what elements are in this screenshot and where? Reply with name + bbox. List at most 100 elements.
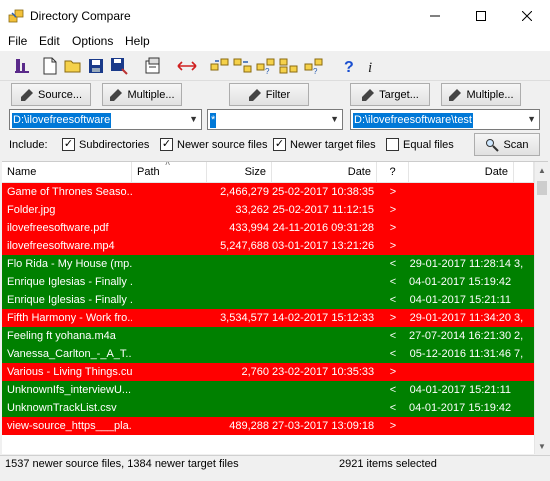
cell-dir: > (389, 222, 397, 234)
target-path-combo[interactable]: D:\ilovefreesoftware\test ▼ (350, 109, 540, 130)
source-path-value: D:\ilovefreesoftware (12, 113, 112, 128)
table-row[interactable]: Vanessa_Carlton_-_A_T... <05-12-2016 11:3… (2, 345, 534, 363)
cell-date: 23-02-2017 10:35:33 (272, 366, 374, 378)
cell-tsize: 3, (514, 258, 524, 270)
column-name[interactable]: Name (2, 162, 132, 183)
table-row[interactable]: view-source_https___pla... 489,288 27-03-2… (2, 417, 534, 435)
cell-dir: > (389, 186, 397, 198)
status-bar: 1537 newer source files, 1384 newer targ… (0, 455, 550, 473)
source-button[interactable]: Source... (11, 83, 91, 106)
cell-dir: > (389, 204, 397, 216)
target-multiple-button[interactable]: Multiple... (441, 83, 521, 106)
table-row[interactable]: UnknownTrackList.csv <04-01-2017 15:19:42 (2, 399, 534, 417)
copy-left-icon[interactable] (233, 56, 253, 76)
menu-options[interactable]: Options (72, 34, 113, 48)
source-multiple-button[interactable]: Multiple... (102, 83, 182, 106)
table-row[interactable]: Various - Living Things.cue 2,760 23-02-20… (2, 363, 534, 381)
cell-tdate: 29-01-2017 11:28:14 (409, 258, 511, 270)
svg-text:?: ? (265, 67, 270, 75)
cell-dir: < (389, 348, 397, 360)
cell-dir: > (389, 420, 397, 432)
column-direction[interactable]: ? (377, 162, 409, 183)
help-icon[interactable]: ? (339, 56, 359, 76)
chevron-down-icon[interactable]: ▼ (189, 114, 198, 124)
copy-both-icon[interactable] (279, 56, 299, 76)
cell-name: Vanessa_Carlton_-_A_T... (7, 348, 132, 360)
table-row[interactable]: Enrique Iglesias - Finally ... <04-01-201… (2, 273, 534, 291)
checkbox-icon: ✓ (62, 138, 75, 151)
info-icon[interactable]: i (362, 56, 382, 76)
cell-tsize: 3, (514, 312, 524, 324)
copy-check-icon[interactable]: ? (304, 56, 324, 76)
new-file-icon[interactable] (40, 56, 60, 76)
table-row[interactable]: Feeling ft yohana.m4a <27-07-2014 16:21:3… (2, 327, 534, 345)
table-row[interactable]: Game of Thrones Seaso... 2,466,279 25-02-2… (2, 183, 534, 201)
cell-tsize (514, 399, 534, 417)
scroll-down-icon[interactable]: ▼ (535, 438, 548, 454)
cell-name: Enrique Iglesias - Finally ... (7, 294, 132, 306)
cell-name: Game of Thrones Seaso... (7, 186, 132, 198)
source-path-combo[interactable]: D:\ilovefreesoftware ▼ (9, 109, 202, 130)
menu-file[interactable]: File (8, 34, 27, 48)
table-row[interactable]: Folder.jpg 33,262 25-02-2017 11:12:15 > (2, 201, 534, 219)
target-button[interactable]: Target... (350, 83, 430, 106)
chevron-down-icon[interactable]: ▼ (330, 114, 339, 124)
save-icon[interactable] (86, 56, 106, 76)
cell-date: 03-01-2017 13:21:26 (272, 240, 374, 252)
column-target-size[interactable] (514, 162, 534, 183)
properties-icon[interactable] (143, 56, 163, 76)
column-size[interactable]: Size (207, 162, 272, 183)
svg-text:i: i (368, 60, 372, 75)
copy-right-icon[interactable] (210, 56, 230, 76)
cell-tdate: 04-01-2017 15:19:42 (409, 402, 511, 414)
cell-name: Fifth Harmony - Work fro... (7, 312, 132, 324)
minimize-button[interactable] (412, 0, 458, 31)
maximize-button[interactable] (458, 0, 504, 31)
cell-tsize (514, 201, 534, 219)
table-row[interactable]: Fifth Harmony - Work fro... 3,534,577 14-0… (2, 309, 534, 327)
equal-files-checkbox[interactable]: Equal files (386, 136, 454, 153)
newer-target-checkbox[interactable]: ✓ Newer target files (273, 136, 376, 153)
chevron-down-icon[interactable]: ▼ (527, 114, 536, 124)
save-as-icon[interactable] (109, 56, 129, 76)
swap-arrows-icon[interactable] (177, 56, 197, 76)
cell-dir: < (389, 294, 397, 306)
cell-name: UnknownIfs_interviewU... (7, 384, 132, 396)
cell-tsize (514, 417, 534, 435)
copy-unknown-icon[interactable]: ? (256, 56, 276, 76)
cell-date: 27-03-2017 13:09:18 (272, 420, 374, 432)
table-row[interactable]: UnknownIfs_interviewU... <04-01-2017 15:2… (2, 381, 534, 399)
cell-date: 25-02-2017 10:38:35 (272, 186, 374, 198)
scan-button[interactable]: Scan (474, 133, 540, 156)
file-list[interactable]: Name Path ˄ Size Date ? Date Game of Thr… (2, 161, 548, 454)
menu-edit[interactable]: Edit (39, 34, 60, 48)
cell-date: 24-11-2016 09:31:28 (272, 222, 374, 234)
cell-size: 2,760 (241, 366, 269, 378)
pen-icon (362, 88, 375, 101)
newer-source-checkbox[interactable]: ✓ Newer source files (160, 136, 267, 153)
table-row[interactable]: ilovefreesoftware.mp4 5,247,688 03-01-2017… (2, 237, 534, 255)
cell-size (207, 345, 269, 363)
table-row[interactable]: Flo Rida - My House (mp... <29-01-2017 11… (2, 255, 534, 273)
svg-text:?: ? (313, 67, 318, 75)
cell-tsize: 2, (514, 330, 524, 342)
table-row[interactable]: ilovefreesoftware.pdf 433,994 24-11-2016 0… (2, 219, 534, 237)
scroll-up-icon[interactable]: ▲ (535, 162, 548, 179)
scroll-thumb[interactable] (537, 181, 547, 195)
column-date[interactable]: Date (272, 162, 377, 183)
cell-size: 3,534,577 (220, 312, 269, 324)
filter-list-icon[interactable] (12, 56, 32, 76)
subdirectories-checkbox[interactable]: ✓ Subdirectories (62, 136, 149, 153)
open-folder-icon[interactable] (63, 56, 83, 76)
menu-help[interactable]: Help (125, 34, 150, 48)
column-target-date[interactable]: Date (409, 162, 514, 183)
filter-mask-combo[interactable]: * ▼ (207, 109, 343, 130)
filter-button[interactable]: Filter (229, 83, 309, 106)
cell-size: 5,247,688 (220, 240, 269, 252)
close-button[interactable] (504, 0, 550, 31)
cell-size (207, 255, 269, 273)
pen-icon (449, 88, 462, 101)
sort-ascending-icon: ˄ (165, 161, 171, 168)
table-row[interactable]: Enrique Iglesias - Finally ... <04-01-201… (2, 291, 534, 309)
vertical-scrollbar[interactable]: ▲ ▼ (534, 162, 548, 454)
